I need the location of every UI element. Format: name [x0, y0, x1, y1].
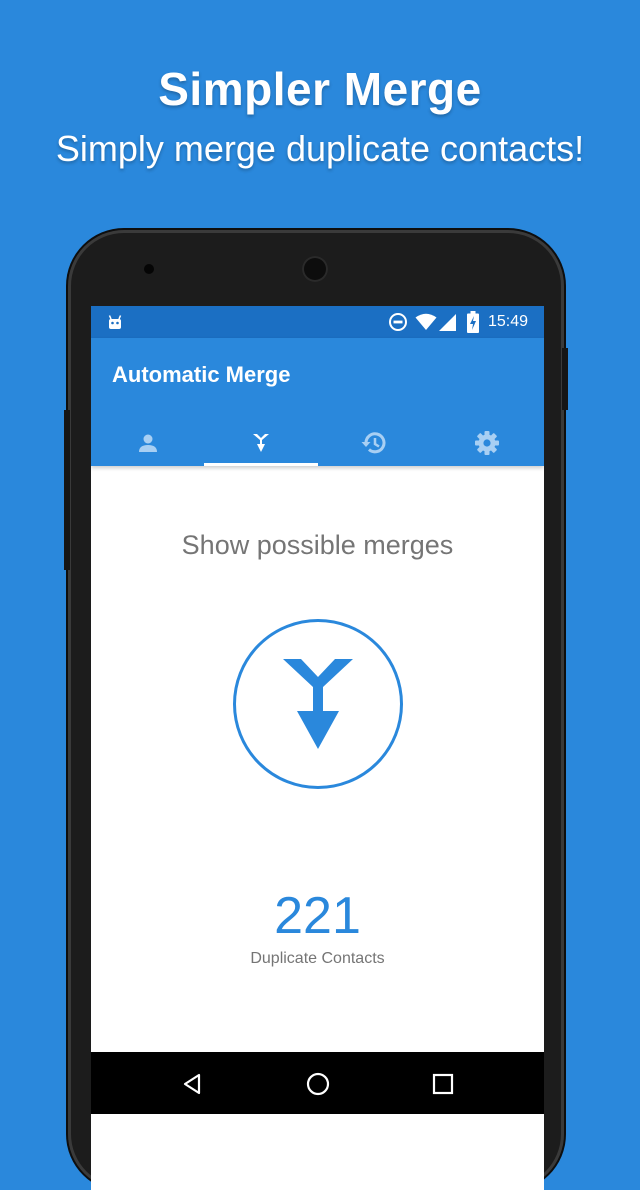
tab-history[interactable]: [317, 420, 430, 466]
back-button[interactable]: [171, 1062, 215, 1106]
tab-contacts[interactable]: [91, 420, 204, 466]
merge-icon: [252, 434, 269, 452]
duplicate-count: 221: [274, 887, 361, 945]
navigation-bar: [91, 1052, 544, 1114]
front-camera: [144, 264, 154, 274]
app-title: Automatic Merge: [112, 362, 291, 387]
recents-icon: [432, 1073, 454, 1095]
duplicate-label: Duplicate Contacts: [250, 950, 385, 967]
earpiece-speaker: [302, 256, 328, 282]
battery-charging-icon: [467, 311, 479, 333]
status-time: 15:49: [488, 313, 529, 330]
status-bar: 15:49: [91, 306, 544, 338]
home-icon: [306, 1072, 330, 1096]
phone-power-button: [562, 348, 568, 410]
do-not-disturb-icon: [389, 313, 407, 331]
tab-indicator: [204, 463, 318, 466]
person-icon: [138, 434, 157, 452]
promo-title: Simpler Merge: [158, 63, 482, 115]
phone-frame: 15:49 Automatic Merge Show possible merg…: [64, 230, 568, 1190]
history-icon: [361, 432, 385, 454]
screen: 15:49 Automatic Merge Show possible merg…: [91, 306, 544, 1190]
android-robot-icon: [108, 315, 122, 329]
cell-signal-icon: [439, 314, 456, 331]
tab-settings[interactable]: [430, 420, 543, 466]
recents-button[interactable]: [421, 1062, 465, 1106]
tab-merge[interactable]: [204, 420, 317, 466]
home-button[interactable]: [296, 1062, 340, 1106]
show-merges-heading: Show possible merges: [181, 530, 454, 560]
settings-gear-icon: [474, 431, 499, 455]
wifi-icon: [415, 313, 437, 330]
app-bar: Automatic Merge: [91, 338, 544, 466]
phone-volume-button: [64, 410, 70, 570]
back-icon: [183, 1073, 201, 1095]
promo-subtitle: Simply merge duplicate contacts!: [55, 128, 585, 169]
merge-button[interactable]: [233, 619, 403, 789]
merge-arrow-icon: [283, 659, 353, 749]
